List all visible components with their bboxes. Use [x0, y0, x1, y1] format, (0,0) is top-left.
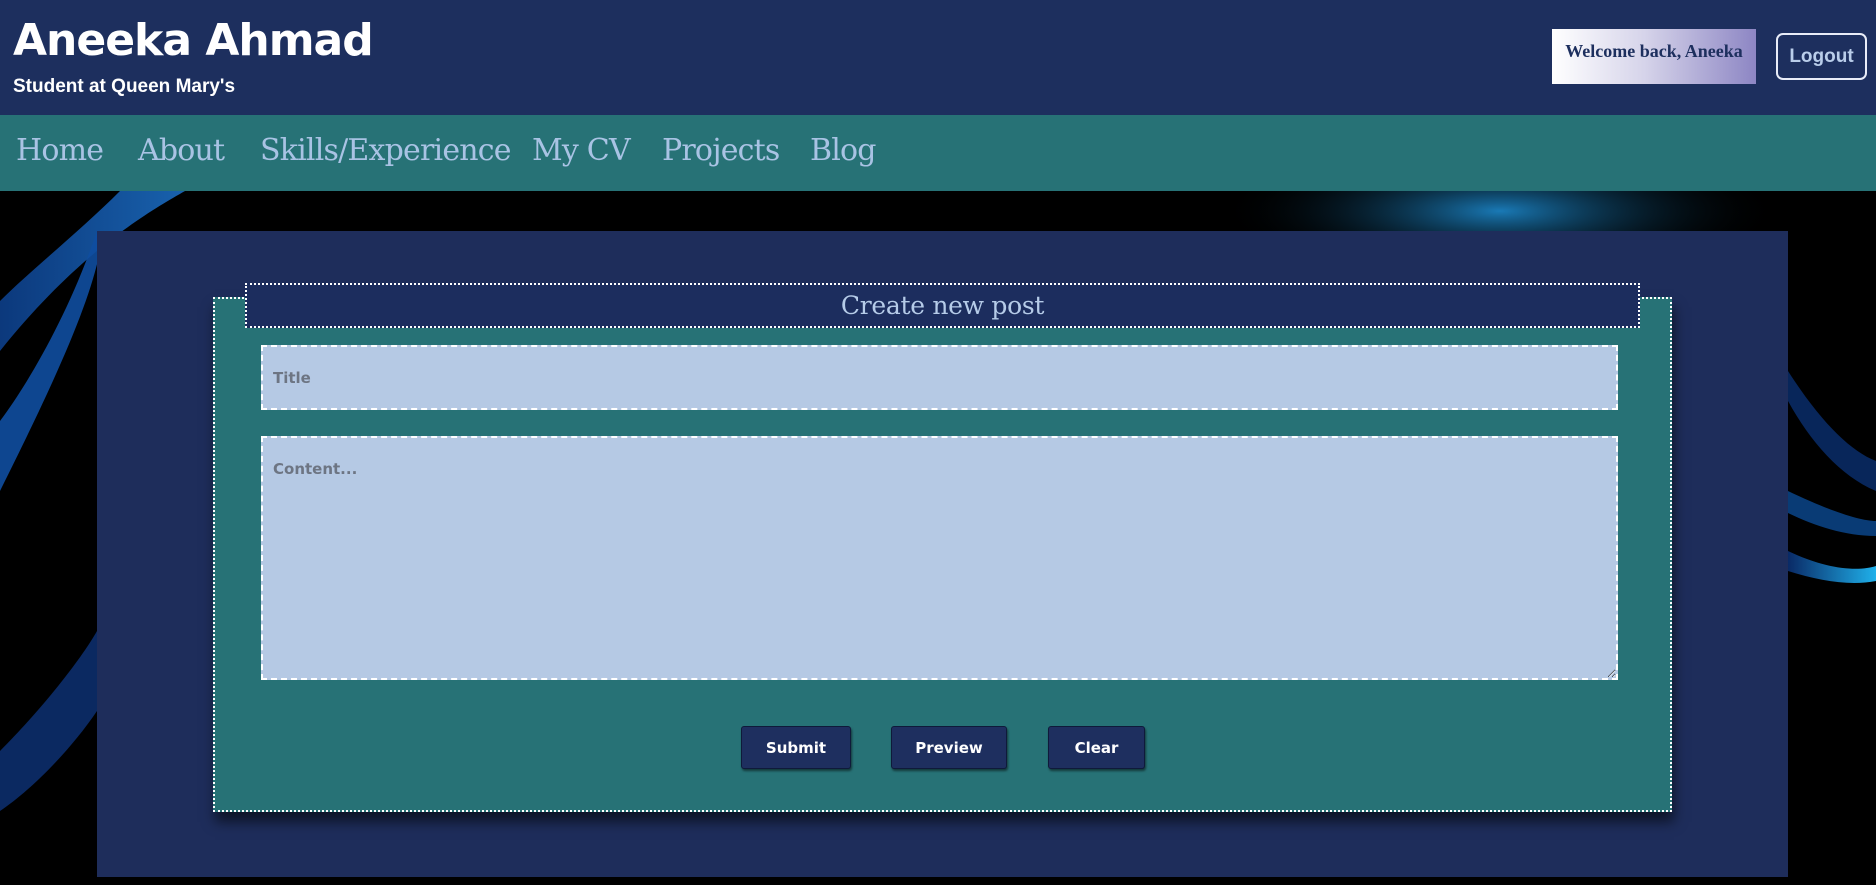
content-textarea[interactable] [261, 436, 1618, 680]
title-input[interactable] [261, 345, 1618, 410]
site-header: Aneeka Ahmad Student at Queen Mary's Wel… [0, 0, 1876, 115]
nav-item-my-cv[interactable]: My CV [532, 133, 631, 168]
logout-button[interactable]: Logout [1776, 33, 1867, 80]
site-subtitle: Student at Queen Mary's [13, 76, 236, 97]
nav-item-about[interactable]: About [138, 133, 225, 168]
nav-item-blog[interactable]: Blog [810, 133, 877, 168]
main-nav: Home About Skills/Experience My CV Proje… [0, 115, 1876, 191]
clear-button[interactable]: Clear [1048, 726, 1145, 769]
form-heading: Create new post [245, 283, 1640, 328]
welcome-message: Welcome back, Aneeka [1552, 29, 1756, 84]
preview-button[interactable]: Preview [891, 726, 1007, 769]
nav-item-home[interactable]: Home [16, 133, 104, 168]
nav-item-projects[interactable]: Projects [662, 133, 780, 168]
submit-button[interactable]: Submit [741, 726, 851, 769]
site-name: Aneeka Ahmad [13, 15, 374, 66]
nav-item-skills-experience[interactable]: Skills/Experience [260, 133, 512, 168]
